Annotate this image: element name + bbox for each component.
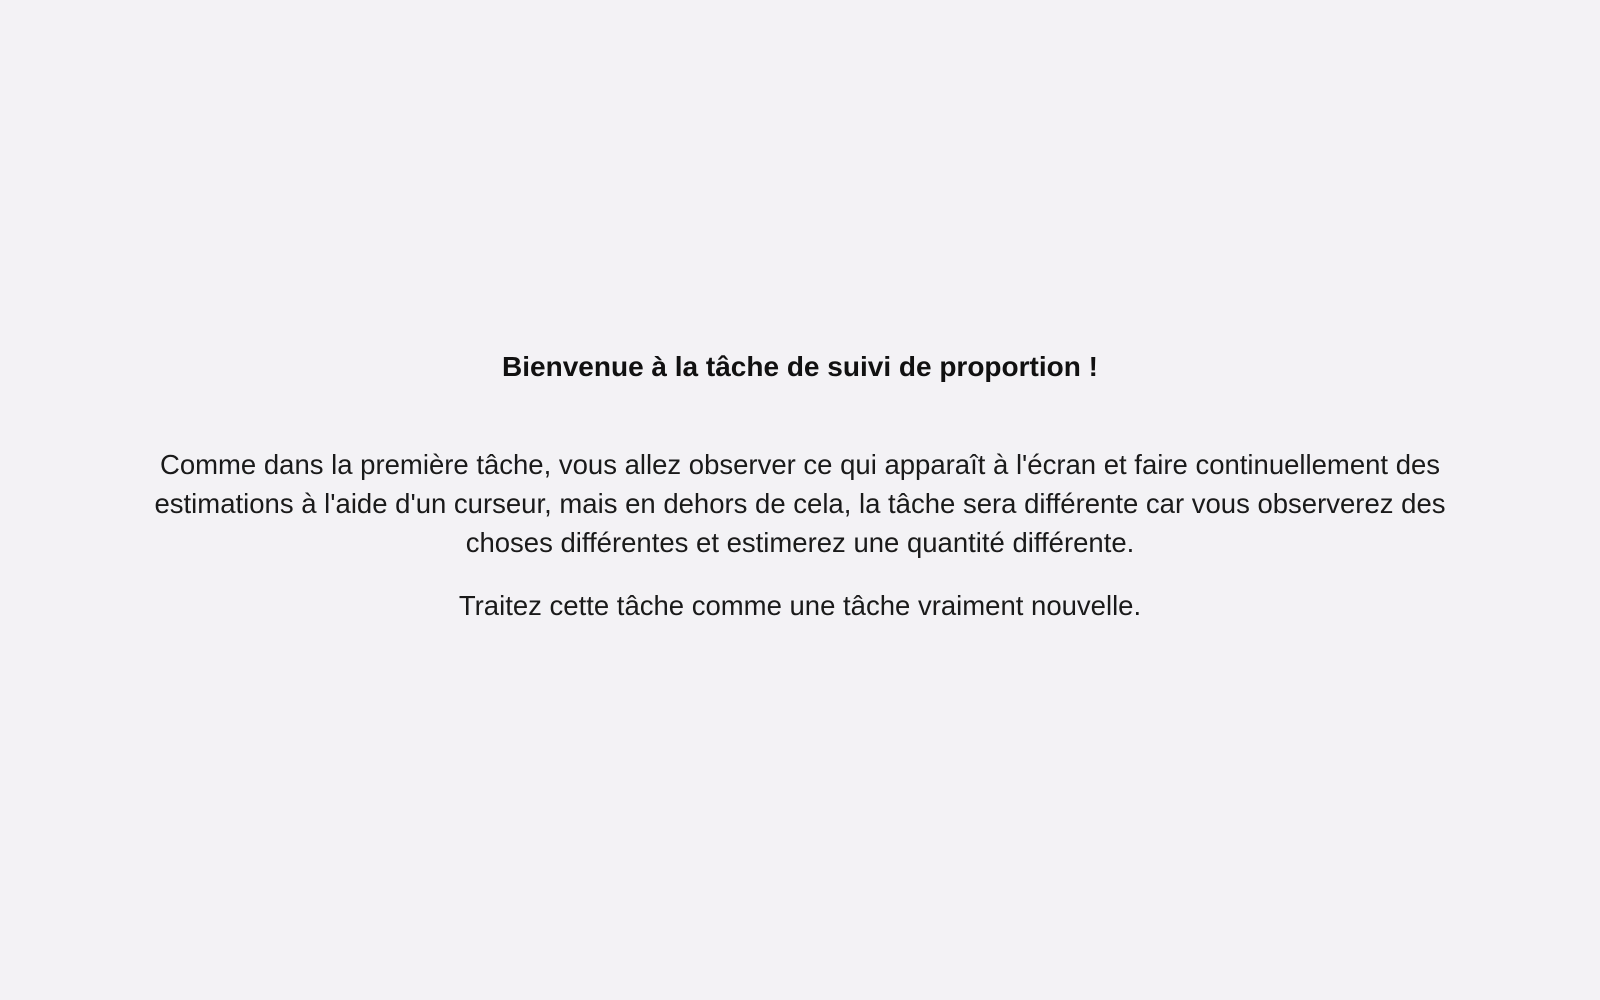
instructions-paragraph: Comme dans la première tâche, vous allez… <box>154 449 1446 558</box>
instructions-paragraph: Traitez cette tâche comme une tâche vrai… <box>458 590 1142 621</box>
instructions-container: Bienvenue à la tâche de suivi de proport… <box>120 345 1480 625</box>
page-title: Bienvenue à la tâche de suivi de proport… <box>502 351 1098 382</box>
instructions-body: Comme dans la première tâche, vous allez… <box>120 445 1480 625</box>
instructions-page: Bienvenue à la tâche de suivi de proport… <box>0 0 1600 1000</box>
